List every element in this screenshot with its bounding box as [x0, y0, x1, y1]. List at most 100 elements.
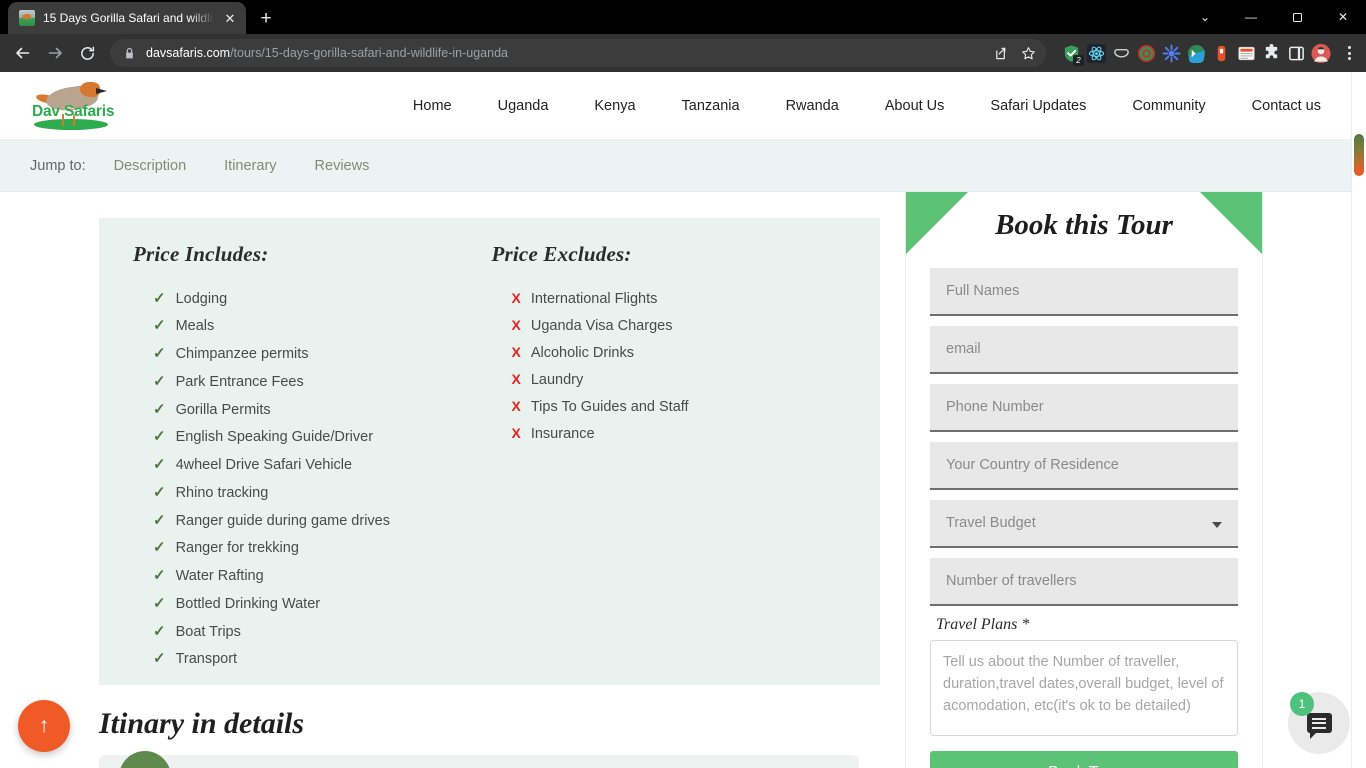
nav-item-uganda[interactable]: Uganda [475, 98, 572, 114]
nav-item-contact-us[interactable]: Contact us [1229, 98, 1344, 114]
price-excludes-column: Price Excludes: X International Flights X… [492, 242, 851, 659]
list-item: ✓ Bottled Drinking Water [133, 590, 492, 618]
price-excludes-heading: Price Excludes: [491, 242, 632, 266]
back-icon[interactable] [8, 38, 38, 68]
check-icon: ✓ [153, 428, 166, 446]
jump-link-itinerary[interactable]: Itinerary [224, 158, 276, 174]
tab-title: 15 Days Gorilla Safari and wildlife in U… [43, 11, 214, 25]
puzzle-extensions-icon[interactable] [1261, 43, 1281, 63]
check-icon: ✓ [153, 511, 166, 529]
list-item: ✓ Lodging [133, 285, 492, 313]
react-devtools-icon[interactable] [1086, 43, 1106, 63]
bookmark-star-icon[interactable] [1016, 41, 1040, 65]
share-icon[interactable] [989, 41, 1013, 65]
close-tab-icon[interactable]: ✕ [222, 10, 238, 26]
list-item: ✓ Water Rafting [133, 563, 492, 591]
browser-tab[interactable]: 15 Days Gorilla Safari and wildlife in U… [8, 2, 246, 34]
price-includes-list: ✓ Lodging ✓ Meals ✓ Chimpanzee permits ✓ Par… [133, 285, 492, 674]
jump-link-reviews[interactable]: Reviews [315, 158, 370, 174]
side-panel-icon[interactable] [1286, 43, 1306, 63]
booking-title: Book this Tour [995, 208, 1173, 241]
privacy-target-icon[interactable] [1136, 43, 1156, 63]
price-excludes-list: X International Flights X Uganda Visa Char… [492, 285, 851, 448]
content-area: Price Includes: ✓ Lodging ✓ Meals ✓ Chimpan… [0, 192, 1366, 768]
list-item-label: Ranger guide during game drives [175, 512, 390, 529]
corner-triangle-right [1200, 192, 1262, 254]
list-item: ✓ Meals [133, 313, 492, 341]
omnibox-actions [989, 41, 1040, 65]
forward-icon[interactable] [40, 38, 70, 68]
nav-item-safari-updates[interactable]: Safari Updates [967, 98, 1109, 114]
number-of-travellers-input[interactable] [930, 558, 1238, 606]
full-names-input[interactable] [930, 268, 1238, 316]
list-item-label: Bottled Drinking Water [175, 595, 321, 612]
itinerary-heading: Itinary in details [99, 707, 305, 740]
cross-icon: X [511, 343, 521, 360]
book-tour-button[interactable]: Book Tour [930, 751, 1238, 768]
logo-bird-beak [96, 87, 107, 94]
adblock-count-badge: 2 [1073, 55, 1084, 66]
check-icon: ✓ [153, 567, 166, 584]
chat-widget-button[interactable]: 1 [1288, 692, 1350, 754]
booking-panel: Book this Tour Travel Plans * Book Tour [906, 192, 1262, 768]
corner-triangle-left [906, 192, 968, 254]
list-item: X Tips To Guides and Staff [492, 394, 851, 421]
chevron-down-icon[interactable] [1212, 522, 1222, 528]
travel-plans-label: Travel Plans * [936, 616, 1030, 633]
list-item: ✓ Ranger guide during game drives [133, 507, 492, 535]
list-item-label: International Flights [530, 290, 658, 307]
list-item-label: Boat Trips [175, 623, 241, 640]
tab-search-chevron-icon[interactable]: ⌄ [1182, 0, 1228, 34]
arrow-up-icon: ↑ [38, 714, 50, 737]
travel-plans-textarea[interactable] [930, 640, 1238, 736]
check-icon: ✓ [153, 650, 166, 668]
list-item-label: Chimpanzee permits [175, 346, 309, 362]
price-details-box: Price Includes: ✓ Lodging ✓ Meals ✓ Chimpan… [99, 218, 880, 685]
list-item-label: Alcoholic Drinks [530, 344, 634, 361]
download-manager-icon[interactable] [1186, 43, 1206, 63]
tab-strip: 15 Days Gorilla Safari and wildlife in U… [0, 0, 1366, 34]
site-logo[interactable]: Dav Safaris [26, 78, 118, 134]
nav-item-kenya[interactable]: Kenya [571, 98, 658, 114]
booking-panel-header: Book this Tour [906, 192, 1262, 258]
list-item: ✓ 4wheel Drive Safari Vehicle [133, 452, 492, 480]
browser-menu-icon[interactable] [1338, 40, 1360, 66]
nav-item-about-us[interactable]: About Us [862, 98, 968, 114]
jump-link-description[interactable]: Description [114, 158, 187, 174]
nav-item-tanzania[interactable]: Tanzania [659, 98, 763, 114]
itinerary-day-row[interactable]: DAY Travel To Murchison Falls National P… [99, 751, 859, 768]
address-bar[interactable]: davsafaris.com/tours/15-days-gorilla-saf… [110, 39, 1046, 67]
main-column: Price Includes: ✓ Lodging ✓ Meals ✓ Chimpan… [0, 192, 906, 768]
email-input[interactable] [930, 326, 1238, 374]
password-key-icon[interactable] [1211, 43, 1231, 63]
profile-avatar[interactable] [1311, 43, 1331, 63]
nav-item-community[interactable]: Community [1109, 98, 1228, 114]
list-item: X Insurance [492, 421, 851, 448]
new-tab-button[interactable]: + [252, 4, 280, 32]
site-favicon [19, 10, 35, 26]
list-item-label: Laundry [530, 371, 584, 388]
phone-number-input[interactable] [930, 384, 1238, 432]
price-includes-heading: Price Includes: [133, 242, 269, 266]
page-scrollbar[interactable] [1351, 72, 1366, 768]
country-of-residence-input[interactable] [930, 442, 1238, 490]
check-icon: ✓ [153, 317, 166, 335]
minimize-icon[interactable]: — [1228, 0, 1274, 34]
list-item-label: English Speaking Guide/Driver [175, 429, 374, 446]
scrollbar-thumb[interactable] [1354, 134, 1364, 176]
reload-icon[interactable] [72, 38, 102, 68]
list-item-label: Ranger for trekking [175, 540, 299, 557]
check-icon: ✓ [153, 400, 166, 418]
maximize-icon[interactable] [1274, 0, 1320, 34]
notes-icon[interactable] [1236, 43, 1256, 63]
list-item-label: Park Entrance Fees [175, 373, 304, 390]
close-window-icon[interactable]: ✕ [1320, 0, 1366, 34]
travel-budget-select[interactable] [930, 500, 1238, 548]
adblock-shield-icon[interactable]: 2 [1061, 43, 1084, 66]
nav-item-rwanda[interactable]: Rwanda [763, 98, 862, 114]
list-item: X Alcoholic Drinks [492, 339, 851, 366]
grammar-star-icon[interactable] [1161, 43, 1181, 63]
pocket-icon[interactable] [1111, 43, 1131, 63]
scroll-to-top-button[interactable]: ↑ [18, 700, 70, 752]
nav-item-home[interactable]: Home [390, 98, 475, 114]
